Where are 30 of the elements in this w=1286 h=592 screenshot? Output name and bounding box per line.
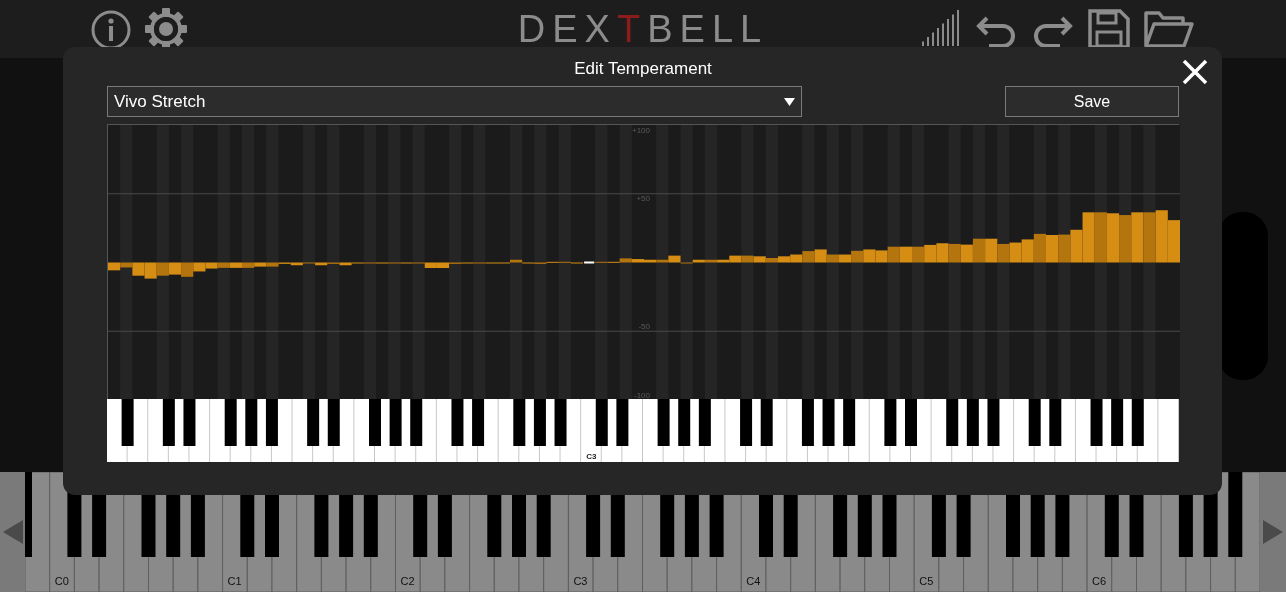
tuning-bar [985, 238, 998, 263]
tuning-bar [802, 251, 815, 263]
key-label: C3 [573, 575, 588, 587]
key-label: C4 [746, 575, 761, 587]
tuning-bar [1046, 235, 1059, 263]
save-icon[interactable] [1087, 8, 1131, 50]
key-label: C3 [586, 452, 597, 461]
key-label: C0 [54, 575, 69, 587]
signal-icon[interactable] [922, 10, 962, 46]
close-button[interactable] [1180, 57, 1210, 87]
folder-icon[interactable] [1143, 8, 1195, 50]
key-label: C5 [919, 575, 934, 587]
tuning-bar [863, 249, 876, 263]
tuning-bar [1143, 212, 1156, 263]
caret-icon [784, 97, 795, 106]
save-button[interactable]: Save [1005, 86, 1179, 117]
tuning-bar [875, 250, 888, 263]
tuning-bar [1119, 215, 1132, 263]
dialog-title: Edit Temperament [573, 59, 713, 79]
keyboard-drawing[interactable]: C3 [107, 399, 1179, 462]
tuning-bar [1009, 242, 1022, 263]
key-label: C2 [400, 575, 415, 587]
tuning-bar [1058, 234, 1071, 263]
preset-dropdown[interactable]: Vivo Stretch [107, 86, 802, 117]
key-label: C6 [1092, 575, 1107, 587]
key-label: C1 [227, 575, 242, 587]
tuning-bar [790, 254, 803, 263]
logo: DEX T BELL [517, 7, 769, 52]
tuning-bar [1131, 212, 1144, 263]
tuning-bar [936, 243, 949, 263]
